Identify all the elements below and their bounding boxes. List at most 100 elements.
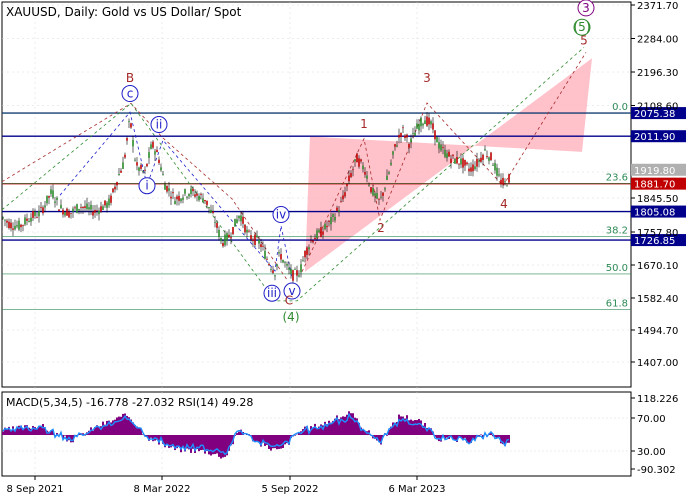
candle-body [398, 134, 400, 138]
candle-body [194, 194, 196, 197]
macd-bar [280, 435, 282, 449]
candle-body [264, 250, 266, 259]
candle-body [118, 173, 120, 176]
candle-body [34, 211, 36, 216]
candle-body [300, 264, 302, 273]
macd-tick-label: -90.302 [637, 465, 676, 476]
candle-body [168, 188, 170, 191]
macd-bar [420, 420, 422, 435]
candle-body [184, 189, 186, 194]
candle-body [154, 151, 156, 155]
candle-body [392, 151, 394, 155]
candle-body [346, 184, 348, 187]
fib-label: 61.8 [606, 299, 628, 310]
macd-bar [222, 435, 224, 458]
candle-body [376, 193, 378, 199]
candle-body [114, 186, 116, 190]
candle-body [122, 162, 124, 169]
candle-body [4, 219, 6, 221]
candle-body [352, 169, 354, 171]
macd-bar [278, 435, 280, 449]
candle-body [68, 211, 70, 218]
candle-body [458, 163, 460, 165]
candle-body [246, 229, 248, 233]
y-tick-label: 1670.10 [637, 261, 678, 272]
candle-body [104, 200, 106, 206]
candle-body [108, 198, 110, 206]
candle-body [500, 179, 502, 185]
candle-body [100, 206, 102, 212]
y-tick-label: 2371.70 [637, 1, 678, 12]
macd-bar [436, 435, 438, 439]
candle-body [260, 244, 262, 248]
candle-body [18, 220, 20, 230]
candle-body [380, 196, 382, 198]
candle-body [198, 195, 200, 201]
macd-bar [342, 416, 344, 435]
candle-body [320, 227, 322, 237]
candle-body [364, 172, 366, 175]
candle-body [404, 135, 406, 139]
candle-body [22, 225, 24, 226]
macd-bar [498, 435, 500, 437]
candle-body [8, 221, 10, 229]
candle-body [224, 234, 226, 246]
candle-body [350, 173, 352, 178]
wave-label: C [285, 294, 293, 308]
candle-body [358, 158, 360, 167]
fib-label: 0.0 [612, 102, 628, 113]
candle-body [256, 235, 258, 238]
candle-body [338, 210, 340, 212]
candle-body [374, 193, 376, 196]
macd-bar [398, 414, 400, 435]
candle-body [322, 231, 324, 235]
candle-body [390, 162, 392, 165]
candle-body [356, 153, 358, 163]
candle-body [368, 184, 370, 186]
candle-body [70, 212, 72, 214]
candle-body [252, 239, 254, 242]
macd-bar [270, 435, 272, 451]
candle-body [178, 195, 180, 201]
candle-body [472, 164, 474, 172]
x-tick-label: 8 Sep 2021 [6, 484, 63, 495]
candle-body [174, 200, 176, 205]
candle-body [74, 207, 76, 209]
candle-body [190, 188, 192, 195]
candle-body [120, 170, 122, 173]
level-label: 1919.80 [634, 166, 675, 177]
candle-body [150, 144, 152, 149]
candle-body [20, 224, 22, 228]
candle-body [446, 153, 448, 159]
candle-body [332, 214, 334, 217]
macd-bar [508, 435, 510, 443]
candle-body [240, 215, 242, 222]
candle-body [432, 123, 434, 130]
candle-body [44, 205, 46, 208]
candle-body [220, 238, 222, 242]
level-label: 2011.90 [634, 132, 675, 143]
candle-body [148, 152, 150, 159]
macd-bar [264, 435, 266, 446]
candle-body [32, 210, 34, 218]
macd-bar [268, 435, 270, 449]
wave-label: 1 [360, 117, 368, 131]
candle-body [136, 162, 138, 166]
candle-body [348, 175, 350, 182]
candle-body [116, 182, 118, 186]
candle-body [340, 201, 342, 203]
macd-bar [92, 430, 94, 435]
candle-body [306, 247, 308, 255]
macd-bar [410, 419, 412, 435]
candle-body [146, 163, 148, 167]
candle-body [134, 159, 136, 161]
candle-body [418, 124, 420, 131]
candle-body [278, 252, 280, 254]
candle-body [268, 263, 270, 266]
candle-body [498, 174, 500, 176]
macd-bar [344, 416, 346, 435]
candle-body [126, 138, 128, 141]
macd-bar [206, 435, 208, 451]
candle-body [276, 264, 278, 267]
level-label: 1881.70 [634, 180, 675, 191]
